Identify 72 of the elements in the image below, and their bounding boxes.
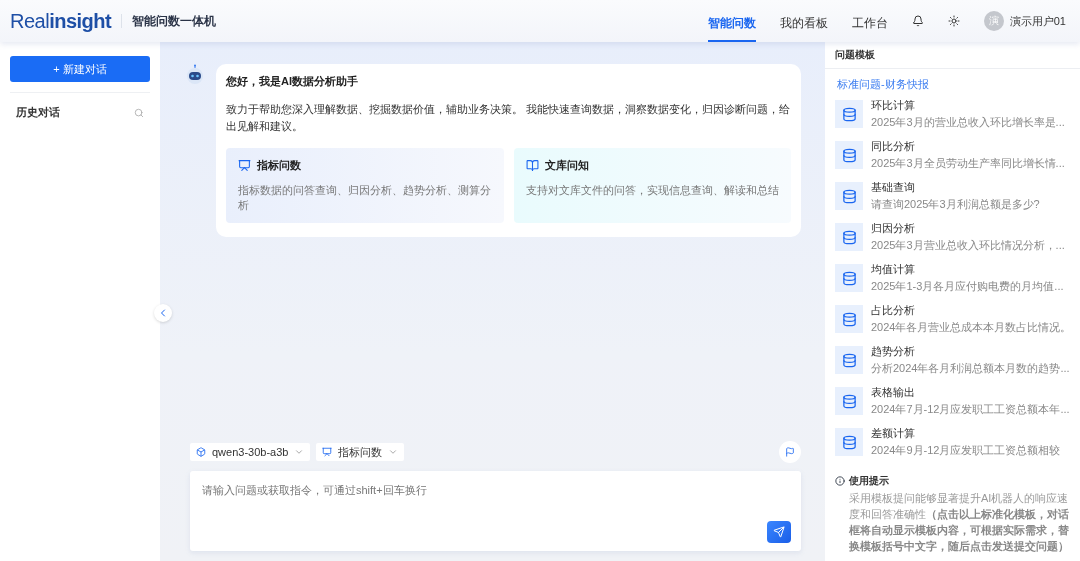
template-item[interactable]: 差额计算 2024年9月-12月应发职工工资总额相较 [835, 426, 1070, 458]
panel-title: 问题模板 [825, 42, 1080, 69]
tip-text: 采用模板提问能够显著提升AI机器人的响应速度和回答准确性（点击以上标准化模板，对话框将自动显示模板内容，可根据实际需求，替换模板括号中文字，随后点击发送提交问题） [849, 491, 1070, 555]
database-icon [835, 182, 863, 210]
user-name: 演示用户01 [1009, 13, 1066, 29]
template-item[interactable]: 均值计算 2025年1-3月各月应付购电费的月均值... [835, 262, 1070, 294]
caret-icon [294, 447, 305, 457]
feature-title: 文库问知 [544, 158, 589, 173]
send-icon [773, 526, 785, 538]
feature-description: 支持对文库文件的问答，实现信息查询、解读和总结 [525, 183, 779, 198]
template-title: 差额计算 [871, 426, 916, 441]
template-description: 2025年3月营业总收入环比情况分析，... [871, 238, 1065, 253]
new-chat-button[interactable]: + 新建对话 [10, 56, 150, 82]
template-title: 环比计算 [871, 98, 916, 113]
database-icon [835, 305, 863, 333]
chart-board-icon [238, 159, 251, 172]
template-description: 2025年1-3月各月应付购电费的月均值... [871, 279, 1064, 294]
book-icon [525, 159, 539, 172]
bell-icon[interactable] [911, 15, 924, 27]
template-description: 2024年7月-12月应发职工工资总额本年... [871, 402, 1070, 417]
welcome-intro: 致力于帮助您深入理解数据、挖掘数据价值，辅助业务决策。 我能快速查询数据，洞察数据变化，归因诊断问题，给出见解和建议。 [226, 102, 791, 134]
template-title: 基础查询 [871, 180, 916, 195]
cube-icon [196, 447, 206, 457]
database-icon [835, 428, 863, 456]
chart-board-icon [322, 447, 333, 457]
template-item[interactable]: 环比计算 2025年3月的营业总收入环比增长率是... [835, 98, 1070, 130]
database-icon [835, 223, 863, 251]
tip-title: 使用提示 [849, 474, 889, 489]
template-item[interactable]: 归因分析 2025年3月营业总收入环比情况分析，... [835, 221, 1070, 253]
template-description: 2024年9月-12月应发职工工资总额相较 [871, 443, 1061, 458]
feature-card[interactable]: 指标问数 指标数据的问答查询、归因分析、趋势分析、测算分析 [226, 148, 504, 223]
template-item[interactable]: 占比分析 2024年各月营业总成本本月数占比情况。 [835, 303, 1070, 335]
nav-tab[interactable]: 我的看板 [779, 4, 828, 42]
template-description: 2025年3月的营业总收入环比增长率是... [871, 115, 1065, 130]
history-title: 历史对话 [16, 105, 60, 120]
sun-icon[interactable] [947, 15, 960, 27]
caret-icon [388, 447, 399, 457]
template-item[interactable]: 同比分析 2025年3月全员劳动生产率同比增长情... [835, 139, 1070, 171]
question-field[interactable]: 请输入问题或获取指令，可通过shift+回车换行 [190, 471, 801, 551]
template-item[interactable]: 基础查询 请查询2025年3月利润总额是多少? [835, 180, 1070, 212]
database-icon [835, 141, 863, 169]
welcome-title: 您好，我是AI数据分析助手 [226, 74, 359, 89]
flag-icon [785, 447, 795, 457]
template-title: 表格输出 [871, 385, 916, 400]
feature-title: 指标问数 [257, 158, 301, 173]
database-icon [835, 264, 863, 292]
template-description: 2024年各月营业总成本本月数占比情况。 [871, 320, 1070, 335]
database-icon [835, 346, 863, 374]
feature-card[interactable]: 文库问知 支持对文库文件的问答，实现信息查询、解读和总结 [513, 148, 791, 223]
template-item[interactable]: 表格输出 2024年7月-12月应发职工工资总额本年... [835, 385, 1070, 417]
template-description: 分析2024年各月利润总额本月数的趋势... [871, 361, 1070, 376]
nav-tab[interactable]: 工作台 [851, 4, 888, 42]
model-select[interactable]: qwen3-30b-a3b [190, 443, 311, 461]
product-name: 智能问数一体机 [132, 12, 217, 30]
flag-button[interactable] [779, 441, 801, 463]
feature-description: 指标数据的问答查询、归因分析、趋势分析、测算分析 [238, 183, 492, 213]
template-title: 归因分析 [871, 221, 916, 236]
template-description: 请查询2025年3月利润总额是多少? [871, 197, 1040, 212]
info-icon [835, 476, 845, 487]
database-icon [835, 100, 863, 128]
template-description: 2025年3月全员劳动生产率同比增长情... [871, 156, 1065, 171]
template-title: 同比分析 [871, 139, 916, 154]
robot-icon [184, 64, 206, 86]
template-title: 占比分析 [871, 303, 916, 318]
send-button[interactable] [767, 521, 791, 543]
template-item[interactable]: 趋势分析 分析2024年各月利润总额本月数的趋势... [835, 344, 1070, 376]
template-title: 均值计算 [871, 262, 916, 277]
mode-select[interactable]: 指标问数 [316, 443, 405, 461]
template-title: 趋势分析 [871, 344, 916, 359]
category-link[interactable]: 标准问题-财务快报 [825, 69, 1080, 98]
logo: Realinsight [10, 9, 112, 33]
database-icon [835, 387, 863, 415]
